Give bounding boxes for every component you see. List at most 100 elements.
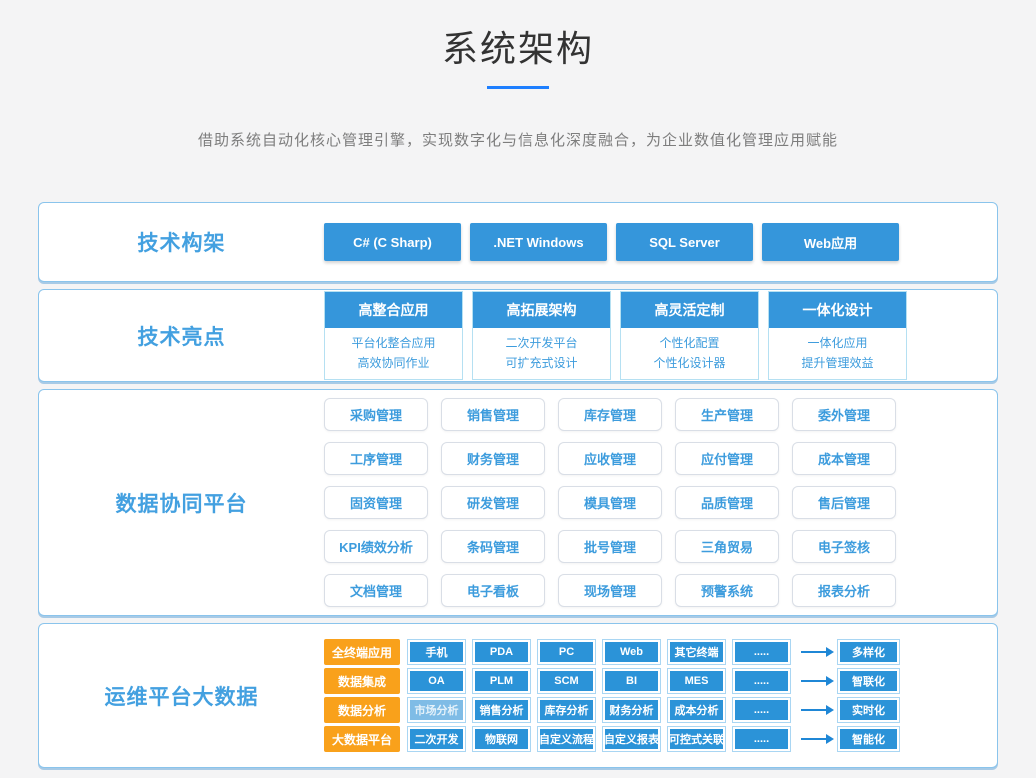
module-button: 条码管理 (441, 530, 545, 563)
module-button: 库存管理 (558, 398, 662, 431)
ops-category-label: 大数据平台 (324, 726, 400, 752)
section-label-data-platform: 数据协同平台 (39, 488, 324, 518)
ops-item: 二次开发 (408, 727, 465, 751)
section-label-tech-framework: 技术构架 (39, 227, 324, 257)
ops-item: BI (603, 669, 660, 693)
module-button: 委外管理 (792, 398, 896, 431)
ops-row-integration: 数据集成 OA PLM SCM BI MES ..... 智联化 (324, 668, 899, 694)
ops-result: 智联化 (838, 669, 899, 693)
section-data-platform: 数据协同平台 采购管理 销售管理 库存管理 生产管理 委外管理 工序管理 财务管… (38, 389, 998, 616)
arrow-right-icon (801, 680, 827, 682)
highlight-card-line: 二次开发平台 (473, 333, 610, 353)
module-button: 售后管理 (792, 486, 896, 519)
page-title: 系统架构 (0, 0, 1036, 72)
highlight-card-title: 高灵活定制 (621, 292, 758, 328)
sections-container: 技术构架 C# (C Sharp) .NET Windows SQL Serve… (38, 202, 998, 768)
module-button: 模具管理 (558, 486, 662, 519)
module-button: 销售管理 (441, 398, 545, 431)
tech-item-csharp: C# (C Sharp) (324, 223, 461, 261)
module-button: 文档管理 (324, 574, 428, 607)
module-button: 研发管理 (441, 486, 545, 519)
ops-dots-item: ..... (733, 727, 790, 751)
module-grid: 采购管理 销售管理 库存管理 生产管理 委外管理 工序管理 财务管理 应收管理 … (324, 398, 896, 607)
module-button: 报表分析 (792, 574, 896, 607)
ops-item: MES (668, 669, 725, 693)
highlight-card-title: 一体化设计 (769, 292, 906, 328)
tech-item-dotnet: .NET Windows (470, 223, 607, 261)
module-button: 采购管理 (324, 398, 428, 431)
module-button: KPI绩效分析 (324, 530, 428, 563)
ops-row-analysis: 数据分析 市场分析 销售分析 库存分析 财务分析 成本分析 ..... 实时化 (324, 697, 899, 723)
ops-item: 成本分析 (668, 698, 725, 722)
ops-category-label: 数据集成 (324, 668, 400, 694)
highlight-card-title: 高整合应用 (325, 292, 462, 328)
highlight-card-line: 平台化整合应用 (325, 333, 462, 353)
ops-item: SCM (538, 669, 595, 693)
ops-result: 实时化 (838, 698, 899, 722)
module-button: 批号管理 (558, 530, 662, 563)
ops-item: OA (408, 669, 465, 693)
highlight-cards: 高整合应用 平台化整合应用 高效协同作业 高拓展架构 二次开发平台 可扩充式设计… (324, 291, 907, 380)
ops-item: 自定义流程 (538, 727, 595, 751)
module-button: 工序管理 (324, 442, 428, 475)
ops-dots-item: ..... (733, 698, 790, 722)
module-button: 固资管理 (324, 486, 428, 519)
section-label-ops-platform: 运维平台大数据 (39, 681, 324, 711)
module-button: 应付管理 (675, 442, 779, 475)
ops-item: PLM (473, 669, 530, 693)
highlight-card-integrated-design: 一体化设计 一体化应用 提升管理效益 (768, 291, 907, 380)
arrow-right-icon (801, 651, 827, 653)
highlight-card-line: 个性化设计器 (621, 353, 758, 373)
ops-item: PC (538, 640, 595, 664)
ops-item: 库存分析 (538, 698, 595, 722)
highlight-card-flexibility: 高灵活定制 个性化配置 个性化设计器 (620, 291, 759, 380)
ops-item: 手机 (408, 640, 465, 664)
ops-category-label: 全终端应用 (324, 639, 400, 665)
ops-row-bigdata: 大数据平台 二次开发 物联网 自定义流程 自定义报表 可控式关联 ..... 智… (324, 726, 899, 752)
highlight-card-extensibility: 高拓展架构 二次开发平台 可扩充式设计 (472, 291, 611, 380)
ops-item: PDA (473, 640, 530, 664)
module-button: 品质管理 (675, 486, 779, 519)
section-label-tech-highlights: 技术亮点 (39, 321, 324, 351)
highlight-card-line: 可扩充式设计 (473, 353, 610, 373)
arrow-right-icon (801, 738, 827, 740)
system-architecture-page: 系统架构 借助系统自动化核心管理引擎，实现数字化与信息化深度融合，为企业数值化管… (0, 0, 1036, 778)
highlight-card-line: 个性化配置 (621, 333, 758, 353)
ops-item: 自定义报表 (603, 727, 660, 751)
module-button: 生产管理 (675, 398, 779, 431)
highlight-card-line: 提升管理效益 (769, 353, 906, 373)
ops-item: 其它终端 (668, 640, 725, 664)
title-underline (487, 86, 549, 89)
section-tech-highlights: 技术亮点 高整合应用 平台化整合应用 高效协同作业 高拓展架构 二次开发平台 可… (38, 289, 998, 382)
ops-item: 可控式关联 (668, 727, 725, 751)
ops-result: 智能化 (838, 727, 899, 751)
highlight-card-line: 一体化应用 (769, 333, 906, 353)
highlight-card-title: 高拓展架构 (473, 292, 610, 328)
module-button: 三角贸易 (675, 530, 779, 563)
module-button: 电子签核 (792, 530, 896, 563)
highlight-card-integration: 高整合应用 平台化整合应用 高效协同作业 (324, 291, 463, 380)
section-tech-framework: 技术构架 C# (C Sharp) .NET Windows SQL Serve… (38, 202, 998, 282)
arrow-right-icon (801, 709, 827, 711)
ops-item: 物联网 (473, 727, 530, 751)
ops-row-terminals: 全终端应用 手机 PDA PC Web 其它终端 ..... 多样化 (324, 639, 899, 665)
tech-framework-items: C# (C Sharp) .NET Windows SQL Server Web… (324, 223, 899, 261)
module-button: 应收管理 (558, 442, 662, 475)
ops-dots-item: ..... (733, 640, 790, 664)
ops-item: 财务分析 (603, 698, 660, 722)
ops-result: 多样化 (838, 640, 899, 664)
ops-dots-item: ..... (733, 669, 790, 693)
tech-item-web: Web应用 (762, 223, 899, 261)
module-button: 电子看板 (441, 574, 545, 607)
highlight-card-line: 高效协同作业 (325, 353, 462, 373)
ops-item: Web (603, 640, 660, 664)
ops-item: 市场分析 (408, 698, 465, 722)
ops-item: 销售分析 (473, 698, 530, 722)
ops-rows: 全终端应用 手机 PDA PC Web 其它终端 ..... 多样化 数据集成 … (324, 639, 899, 752)
page-subtitle: 借助系统自动化核心管理引擎，实现数字化与信息化深度融合，为企业数值化管理应用赋能 (0, 129, 1036, 150)
ops-category-label: 数据分析 (324, 697, 400, 723)
module-button: 预警系统 (675, 574, 779, 607)
module-button: 现场管理 (558, 574, 662, 607)
tech-item-sqlserver: SQL Server (616, 223, 753, 261)
module-button: 成本管理 (792, 442, 896, 475)
